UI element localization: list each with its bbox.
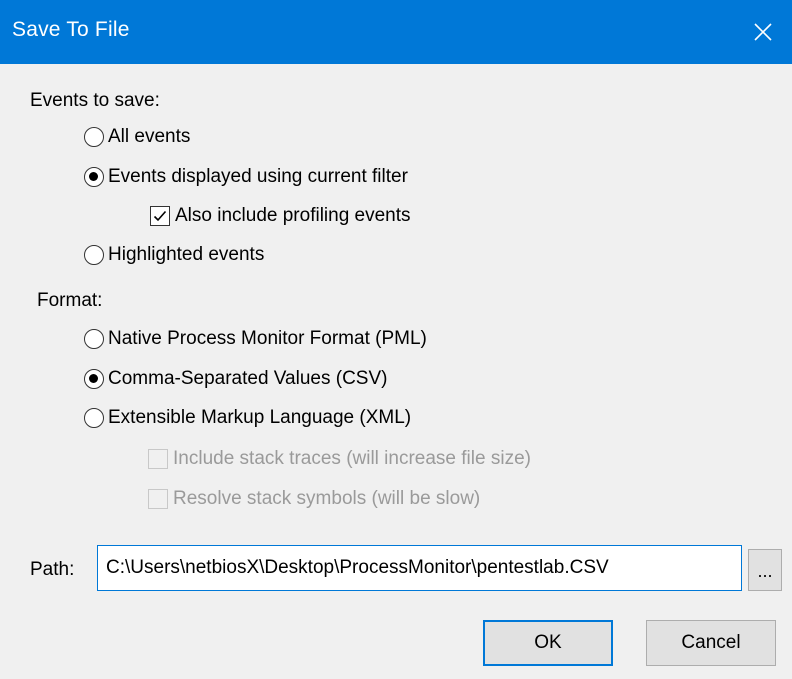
radio-highlighted-events-label: Highlighted events xyxy=(108,244,265,265)
radio-circle xyxy=(84,245,104,265)
checkbox-stack-traces[interactable]: Include stack traces (will increase file… xyxy=(148,448,531,470)
radio-filtered-events-label: Events displayed using current filter xyxy=(108,166,408,187)
radio-circle-selected xyxy=(84,369,104,389)
radio-all-events-label: All events xyxy=(108,126,191,147)
radio-format-xml[interactable]: Extensible Markup Language (XML) xyxy=(84,407,411,429)
checkbox-box-disabled xyxy=(148,449,168,469)
ok-button[interactable]: OK xyxy=(483,620,613,666)
close-button[interactable] xyxy=(734,0,792,64)
radio-format-csv[interactable]: Comma-Separated Values (CSV) xyxy=(84,368,387,390)
radio-format-csv-label: Comma-Separated Values (CSV) xyxy=(108,368,388,389)
radio-circle-selected xyxy=(84,167,104,187)
checkbox-stack-symbols[interactable]: Resolve stack symbols (will be slow) xyxy=(148,488,480,510)
checkbox-profiling-events[interactable]: Also include profiling events xyxy=(150,205,411,227)
checkbox-profiling-label: Also include profiling events xyxy=(175,205,411,226)
radio-format-pml-label: Native Process Monitor Format (PML) xyxy=(108,328,427,349)
checkbox-box-disabled xyxy=(148,489,168,509)
checkbox-box-checked xyxy=(150,206,170,226)
cancel-button[interactable]: Cancel xyxy=(646,620,776,666)
radio-circle xyxy=(84,329,104,349)
checkmark-icon xyxy=(153,210,167,222)
window-title: Save To File xyxy=(12,18,130,41)
radio-format-xml-label: Extensible Markup Language (XML) xyxy=(108,407,412,428)
radio-circle xyxy=(84,408,104,428)
checkbox-stack-traces-label: Include stack traces (will increase file… xyxy=(173,448,531,469)
close-icon xyxy=(754,23,772,41)
radio-circle xyxy=(84,127,104,147)
radio-filtered-events[interactable]: Events displayed using current filter xyxy=(84,166,408,188)
events-section-label: Events to save: xyxy=(30,90,160,111)
title-bar: Save To File xyxy=(0,0,792,64)
radio-all-events[interactable]: All events xyxy=(84,126,190,148)
radio-highlighted-events[interactable]: Highlighted events xyxy=(84,244,264,266)
format-section-label: Format: xyxy=(37,290,103,311)
path-label: Path: xyxy=(30,559,75,580)
path-input[interactable] xyxy=(97,545,742,591)
radio-format-pml[interactable]: Native Process Monitor Format (PML) xyxy=(84,328,427,350)
browse-button[interactable]: ... xyxy=(748,549,782,591)
checkbox-stack-symbols-label: Resolve stack symbols (will be slow) xyxy=(173,488,481,509)
